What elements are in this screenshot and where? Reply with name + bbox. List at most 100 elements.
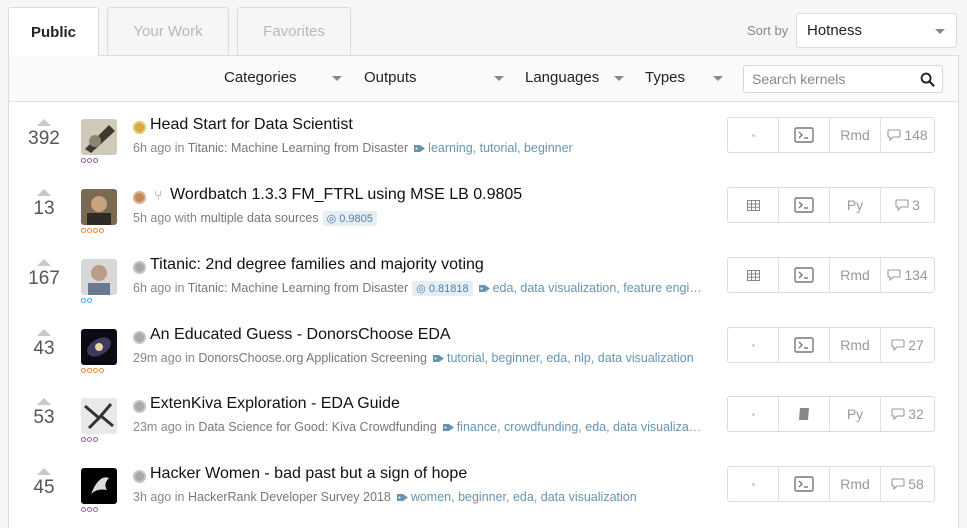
kernel-row[interactable]: 392 Head Start for Data Scientist 6h ago… <box>9 109 958 179</box>
upvote-arrow-icon[interactable] <box>37 398 51 405</box>
kernel-meta: 3h ago in HackerRank Developer Survey 20… <box>133 490 729 504</box>
kernel-source-prefix: in <box>185 420 195 434</box>
upvote-arrow-icon[interactable] <box>37 119 51 126</box>
author-avatar[interactable] <box>81 259 117 295</box>
filter-categories[interactable]: Categories <box>224 69 342 86</box>
kernel-source[interactable]: Titanic: Machine Learning from Disaster <box>188 281 408 295</box>
chevron-down-icon <box>713 76 723 81</box>
tag-list: tutorial, beginner, eda, nlp, data visua… <box>446 351 694 365</box>
upvote-arrow-icon[interactable] <box>37 259 51 266</box>
output-button[interactable] <box>728 188 779 222</box>
comments-button[interactable]: 3 <box>881 188 934 222</box>
sort-select[interactable]: Hotness <box>796 13 957 48</box>
comments-button[interactable]: 27 <box>881 328 934 362</box>
language-badge[interactable]: Rmd <box>830 258 881 292</box>
score-value: 0.9805 <box>339 213 373 225</box>
filter-label: Languages <box>525 69 600 86</box>
search-input[interactable] <box>744 66 904 92</box>
kernel-source[interactable]: DonorsChoose.org Application Screening <box>198 351 427 365</box>
kernel-tags[interactable]: learning, tutorial, beginner <box>414 141 573 155</box>
author-avatar[interactable] <box>81 468 117 504</box>
output-button[interactable] <box>728 118 779 152</box>
score-badge: ◎ 0.81818 <box>412 281 473 296</box>
kernel-title[interactable]: Wordbatch 1.3.3 FM_FTRL using MSE LB 0.9… <box>170 186 522 204</box>
kernel-row[interactable]: 13 ⑂ Wordbatch 1.3.3 FM_FTRL using MSE L… <box>9 179 958 249</box>
tag-icon <box>432 355 444 362</box>
kernel-time: 6h ago <box>133 141 172 155</box>
kernel-title[interactable]: Head Start for Data Scientist <box>150 116 353 134</box>
comment-icon <box>891 339 905 351</box>
comment-count: 134 <box>904 267 928 283</box>
code-button[interactable] <box>779 328 830 362</box>
kernel-tags[interactable]: women, beginner, eda, data visualization <box>396 490 637 504</box>
terminal-icon <box>794 267 814 283</box>
language-badge[interactable]: Py <box>830 188 881 222</box>
terminal-icon <box>794 337 814 353</box>
output-button[interactable] <box>728 328 779 362</box>
chevron-down-icon <box>614 76 624 81</box>
medal-icon <box>133 400 146 413</box>
comments-button[interactable]: 58 <box>881 467 934 501</box>
author-avatar[interactable] <box>81 189 117 225</box>
tab-your-work[interactable]: Your Work <box>107 7 229 55</box>
kernel-source[interactable]: multiple data sources <box>200 211 318 225</box>
code-button[interactable] <box>779 188 830 222</box>
comments-button[interactable]: 32 <box>881 397 934 431</box>
upvote-arrow-icon[interactable] <box>37 468 51 475</box>
code-button[interactable] <box>779 397 830 431</box>
author-avatar[interactable] <box>81 329 117 365</box>
tag-icon <box>478 285 490 292</box>
author-avatar[interactable] <box>81 398 117 434</box>
kernel-meta: 23m ago in Data Science for Good: Kiva C… <box>133 420 729 434</box>
vote-count: 13 <box>33 198 55 219</box>
upvote-arrow-icon[interactable] <box>37 189 51 196</box>
kernel-list-panel: Categories Outputs Languages Types 392 <box>8 55 959 528</box>
comments-button[interactable]: 134 <box>881 258 934 292</box>
notebook-icon <box>797 407 811 421</box>
terminal-icon <box>794 127 814 143</box>
filter-outputs[interactable]: Outputs <box>364 69 504 86</box>
code-button[interactable] <box>779 258 830 292</box>
search-icon[interactable] <box>920 72 935 87</box>
language-badge[interactable]: Py <box>830 397 881 431</box>
upvote-arrow-icon[interactable] <box>37 329 51 336</box>
kernel-title[interactable]: Titanic: 2nd degree families and majorit… <box>150 256 484 274</box>
comments-button[interactable]: 148 <box>881 118 934 152</box>
kernel-row[interactable]: 43 An Educated Guess - DonorsChoose EDA … <box>9 319 958 389</box>
language-badge[interactable]: Rmd <box>830 467 881 501</box>
code-button[interactable] <box>779 467 830 501</box>
tab-favorites[interactable]: Favorites <box>237 7 351 55</box>
kernel-source[interactable]: HackerRank Developer Survey 2018 <box>188 490 391 504</box>
kernel-row[interactable]: 167 Titanic: 2nd degree families and maj… <box>9 249 958 319</box>
kernel-actions: Py 3 <box>727 187 935 223</box>
kernel-source[interactable]: Data Science for Good: Kiva Crowdfunding <box>198 420 436 434</box>
vote-widget: 43 <box>19 329 69 360</box>
kernel-row[interactable]: 45 Hacker Women - bad past but a sign of… <box>9 458 958 528</box>
kernel-source[interactable]: Titanic: Machine Learning from Disaster <box>188 141 408 155</box>
kernel-time: 6h ago <box>133 281 172 295</box>
medal-icon <box>133 191 146 204</box>
code-button[interactable] <box>779 118 830 152</box>
language-badge[interactable]: Rmd <box>830 328 881 362</box>
output-button[interactable] <box>728 397 779 431</box>
language-badge[interactable]: Rmd <box>830 118 881 152</box>
output-button[interactable] <box>728 258 779 292</box>
filter-label: Categories <box>224 69 297 86</box>
kernel-actions: Rmd 148 <box>727 117 935 153</box>
author-avatar[interactable] <box>81 119 117 155</box>
tab-public[interactable]: Public <box>8 7 99 56</box>
kernel-title[interactable]: Hacker Women - bad past but a sign of ho… <box>150 465 467 483</box>
filter-types[interactable]: Types <box>645 69 723 86</box>
kernel-title[interactable]: An Educated Guess - DonorsChoose EDA <box>150 326 451 344</box>
kernel-tags[interactable]: eda, data visualization, feature engi… <box>478 281 702 295</box>
kernel-tags[interactable]: finance, crowdfunding, eda, data visuali… <box>442 420 701 434</box>
kernel-meta: 6h ago in Titanic: Machine Learning from… <box>133 141 729 155</box>
kernel-title[interactable]: ExtenKiva Exploration - EDA Guide <box>150 395 400 413</box>
kernel-meta: 29m ago in DonorsChoose.org Application … <box>133 351 729 365</box>
kernel-row[interactable]: 53 ExtenKiva Exploration - EDA Guide 23m… <box>9 388 958 458</box>
medal-icon <box>133 331 146 344</box>
kernel-tags[interactable]: tutorial, beginner, eda, nlp, data visua… <box>432 351 694 365</box>
output-button[interactable] <box>728 467 779 501</box>
filter-languages[interactable]: Languages <box>525 69 624 86</box>
tag-icon <box>414 145 426 152</box>
